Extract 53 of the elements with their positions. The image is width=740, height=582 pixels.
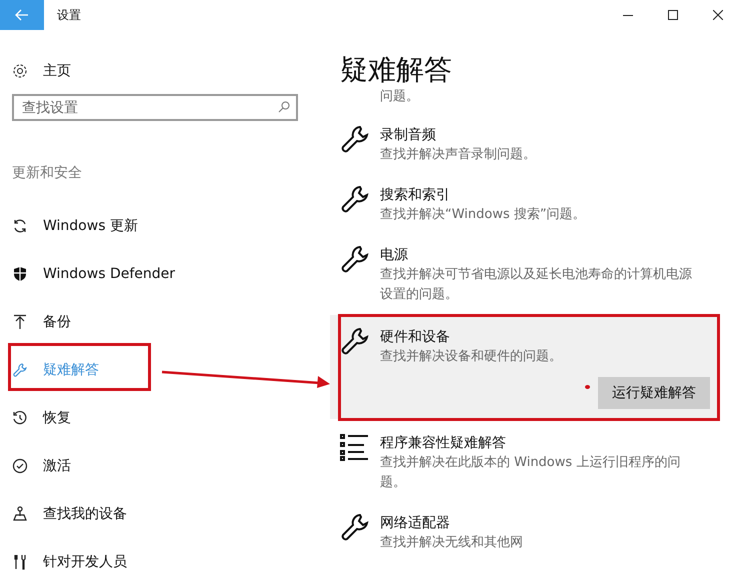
search-field[interactable]: 查找设置 — [12, 94, 298, 121]
troubleshooter-title: 硬件和设备 — [380, 328, 451, 347]
troubleshooter-item[interactable]: 录制音频 查找并解决声音录制问题。 — [340, 115, 705, 175]
wrench-icon — [340, 327, 370, 357]
wrench-icon — [340, 185, 370, 215]
person-pin-icon — [12, 506, 28, 522]
maximize-icon — [668, 10, 678, 20]
sidebar-item[interactable]: 备份 — [12, 298, 71, 346]
section-heading: 更新和安全 — [12, 164, 83, 183]
troubleshooter-description: 查找并解决“Windows 搜索”问题。 — [380, 206, 587, 224]
sidebar-item[interactable]: 恢复 — [12, 394, 71, 442]
wrench-icon — [340, 125, 370, 155]
troubleshooter-item[interactable]: 网络适配器 查找并解决无线和其他网 — [340, 503, 705, 563]
refresh-icon — [12, 218, 28, 234]
troubleshooter-description: 查找并解决设备和硬件的问题。 — [380, 348, 563, 366]
home-link[interactable]: 主页 — [12, 59, 330, 83]
page-heading: 疑难解答 — [340, 52, 453, 88]
sidebar-item[interactable]: 激活 — [12, 442, 71, 490]
wrench-icon — [340, 513, 370, 543]
troubleshooter-description: 查找并解决声音录制问题。 — [380, 146, 537, 164]
history-icon — [12, 410, 28, 426]
troubleshooter-title: 网络适配器 — [380, 514, 451, 533]
close-icon — [712, 10, 722, 20]
minimize-icon — [622, 14, 632, 16]
description-text: 问题。 — [380, 88, 420, 106]
wrench-icon — [340, 245, 370, 275]
troubleshooter-card[interactable]: 硬件和设备 查找并解决设备和硬件的问题。 运行疑难解答 — [330, 315, 720, 419]
sidebar-item[interactable]: Windows Defender — [12, 250, 176, 298]
troubleshooter-title: 电源 — [380, 246, 409, 265]
troubleshooter-title: 搜索和索引 — [380, 186, 451, 205]
search-icon — [278, 101, 290, 113]
troubleshooter-description: 查找并解决无线和其他网 — [380, 534, 524, 552]
check-circle-icon — [12, 458, 28, 474]
troubleshooter-item[interactable]: 程序兼容性疑难解答 查找并解决在此版本的 Windows 上运行旧程序的问题。 — [340, 423, 705, 503]
annotation-dot — [585, 385, 590, 389]
troubleshooter-description: 查找并解决可节省电源以及延长电池寿命的计算机电源设置的问题。 — [380, 266, 693, 304]
shield-icon — [12, 266, 28, 282]
list-icon — [340, 433, 370, 463]
sidebar-item[interactable]: 查找我的设备 — [12, 490, 127, 538]
back-arrow-icon — [15, 9, 29, 21]
tools-icon — [12, 554, 28, 570]
troubleshooter-description: 查找并解决在此版本的 Windows 上运行旧程序的问题。 — [380, 454, 682, 492]
run-troubleshooter-button[interactable]: 运行疑难解答 — [598, 377, 710, 409]
troubleshooter-item[interactable]: 电源 查找并解决可节省电源以及延长电池寿命的计算机电源设置的问题。 — [340, 235, 705, 315]
upload-arrow-icon — [12, 314, 28, 330]
settings-icon — [12, 63, 28, 79]
troubleshooter-title: 程序兼容性疑难解答 — [380, 434, 507, 453]
sidebar-item[interactable]: 针对开发人员 — [12, 538, 127, 582]
window-title: 设置 — [57, 6, 82, 24]
troubleshooter-title: 录制音频 — [380, 126, 437, 145]
wrench-icon — [12, 362, 28, 378]
troubleshooter-item[interactable]: 搜索和索引 查找并解决“Windows 搜索”问题。 — [340, 175, 705, 235]
sidebar-item[interactable]: Windows 更新 — [12, 202, 138, 250]
